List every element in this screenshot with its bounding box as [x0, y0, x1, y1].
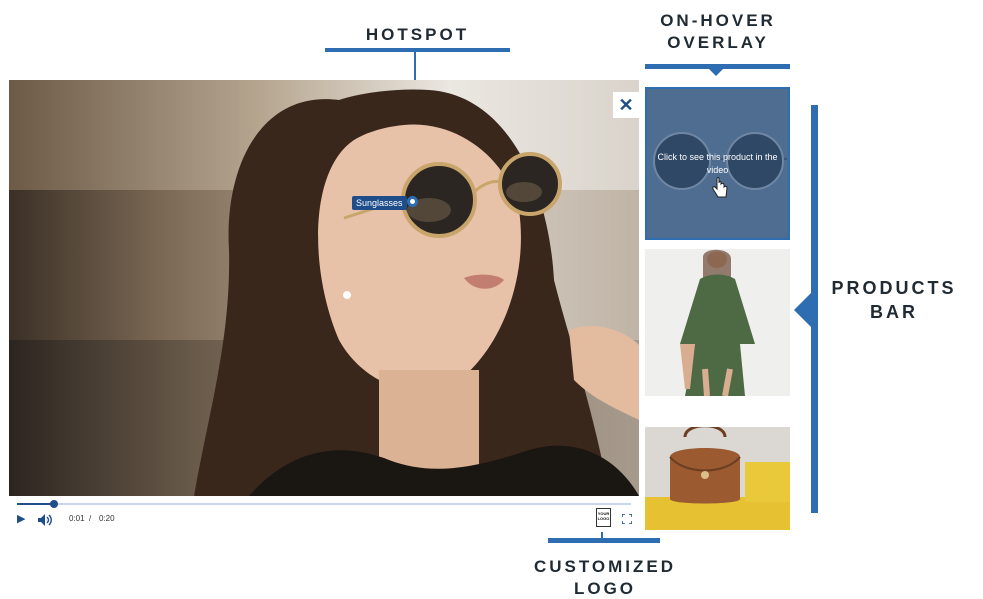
time-separator: / [89, 514, 92, 523]
hotspot-callout-label: HOTSPOT [365, 25, 470, 44]
logo-callout-line2: LOGO [573, 579, 637, 598]
duration: 0:20 [99, 514, 115, 523]
logo-callout-bar [548, 538, 660, 543]
product-card-sunglasses[interactable]: Click to see this product in the video [645, 87, 790, 240]
volume-icon[interactable] [38, 514, 52, 526]
hotspot-marker[interactable] [407, 196, 418, 207]
products-bar-callout-bar [811, 105, 818, 513]
logo-callout-line1: CUSTOMIZED [533, 557, 677, 576]
hotspot-label[interactable]: Sunglasses [352, 196, 407, 210]
cursor-hand-icon [712, 177, 728, 198]
progress-knob[interactable] [49, 500, 58, 508]
hover-overlay-text: Click to see this product in the video [657, 152, 778, 175]
overlay-callout-line1: ON-HOVER [660, 11, 776, 30]
progress-fill [17, 503, 54, 505]
play-icon[interactable]: ▶ [17, 512, 25, 526]
products-bar-callout-label: PRODUCTS BAR [828, 276, 960, 324]
overlay-pointer-arrow [708, 68, 724, 76]
fullscreen-icon[interactable] [622, 514, 632, 524]
current-time: 0:01 [69, 514, 85, 523]
video-frame[interactable]: ✕ Sunglasses [9, 80, 639, 496]
products-callout-line2: BAR [870, 302, 918, 322]
overlay-callout-label: ON-HOVER OVERLAY [633, 10, 803, 54]
products-bar-pointer-arrow [794, 292, 812, 328]
close-icon: ✕ [618, 95, 634, 115]
progress-bar[interactable] [17, 500, 631, 508]
product-card-dress[interactable] [645, 249, 790, 396]
woman-portrait [194, 89, 639, 496]
products-callout-line1: PRODUCTS [831, 278, 957, 298]
product-card-bag[interactable] [645, 427, 790, 530]
green-dress-thumbnail [645, 249, 790, 396]
brown-bag-thumbnail [645, 427, 790, 530]
close-button[interactable]: ✕ [613, 92, 639, 118]
overlay-callout-line2: OVERLAY [667, 33, 769, 52]
player-controls: ▶ 0:01 / 0:20 YOUR LOGO [9, 496, 639, 532]
logo-callout-label: CUSTOMIZED LOGO [505, 556, 705, 599]
video-player: ✕ Sunglasses ▶ 0:01 / 0:20 YOUR LOGO [9, 80, 639, 532]
customized-logo: YOUR LOGO [596, 508, 611, 527]
